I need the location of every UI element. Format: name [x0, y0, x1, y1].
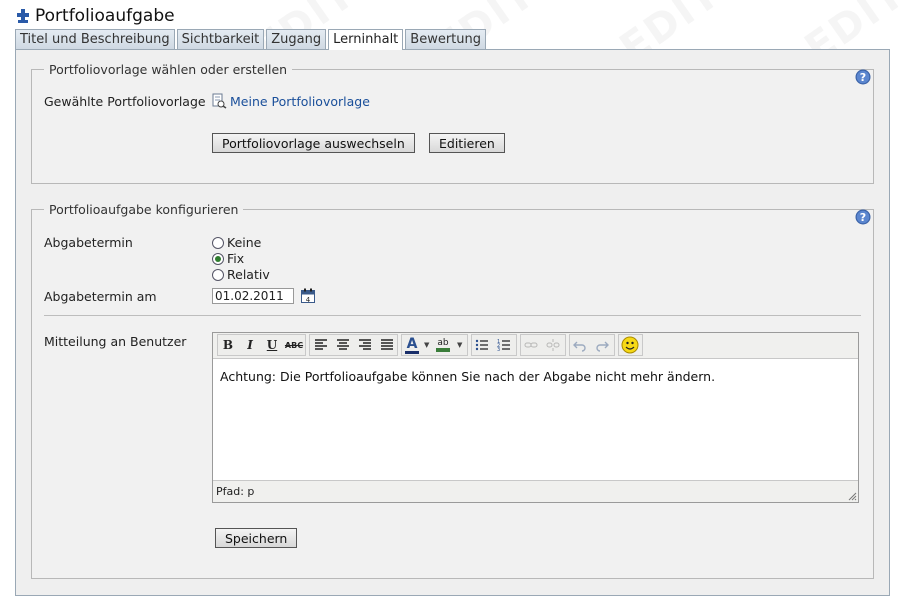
edit-template-button[interactable]: Editieren [429, 133, 505, 153]
deadline-option-relative[interactable]: Relativ [212, 267, 270, 282]
template-legend: Portfoliovorlage wählen oder erstellen [49, 62, 288, 77]
highlight-color-icon[interactable]: ab [433, 335, 453, 355]
save-button[interactable]: Speichern [215, 528, 298, 548]
align-justify-icon[interactable] [377, 335, 397, 355]
italic-button[interactable]: I [240, 335, 260, 355]
font-color-dropdown-icon[interactable]: ▼ [424, 341, 429, 349]
content-panel: Portfoliovorlage wählen oder erstellen ?… [15, 49, 890, 596]
portfolio-task-icon [17, 9, 29, 23]
align-left-icon[interactable] [311, 335, 331, 355]
help-icon[interactable]: ? [855, 69, 871, 85]
portfolio-template-icon [212, 93, 227, 109]
redo-icon[interactable] [592, 335, 612, 355]
deadline-date-label: Abgabetermin am [44, 289, 157, 304]
deadline-date-input[interactable]: 01.02.2011 [212, 288, 294, 304]
selected-template-label: Gewählte Portfoliovorlage [44, 94, 206, 109]
tab-title-description[interactable]: Titel und Beschreibung [15, 29, 175, 49]
bullet-list-icon[interactable] [472, 335, 492, 355]
deadline-option-none[interactable]: Keine [212, 235, 261, 250]
divider [44, 315, 861, 316]
svg-text:3: 3 [497, 347, 500, 352]
align-right-icon[interactable] [355, 335, 375, 355]
editor-path: Pfad: p [216, 485, 255, 498]
page-title: Portfolioaufgabe [35, 6, 175, 26]
editor-statusbar: Pfad: p [213, 480, 858, 502]
font-color-icon[interactable]: A [402, 335, 422, 355]
smiley-icon[interactable] [620, 335, 640, 355]
radio-label: Fix [227, 251, 245, 266]
help-icon[interactable]: ? [855, 209, 871, 225]
bold-button[interactable]: B [218, 335, 238, 355]
config-legend: Portfolioaufgabe konfigurieren [49, 202, 239, 217]
tab-visibility[interactable]: Sichtbarkeit [176, 29, 265, 49]
tab-bar: Titel und Beschreibung Sichtbarkeit Zuga… [15, 29, 488, 50]
message-label: Mitteilung an Benutzer [44, 334, 187, 349]
editor-toolbar: B I U ABC A ▼ ab ▼ 1 2 3 [213, 333, 858, 359]
swap-template-button[interactable]: Portfoliovorlage auswechseln [212, 133, 415, 153]
resize-grip-icon[interactable] [847, 491, 857, 501]
underline-button[interactable]: U [262, 335, 282, 355]
template-fieldset: Portfoliovorlage wählen oder erstellen [31, 62, 874, 184]
font-color-bar [405, 350, 419, 354]
radio-circle[interactable] [212, 252, 224, 265]
rich-text-editor: B I U ABC A ▼ ab ▼ 1 2 3 Achtung: Die Po… [212, 332, 859, 503]
svg-text:?: ? [860, 71, 866, 84]
highlight-bar [436, 348, 450, 352]
radio-label: Relativ [227, 267, 270, 282]
numbered-list-icon[interactable]: 123 [494, 335, 514, 355]
link-icon[interactable] [521, 335, 541, 355]
editor-content-area[interactable]: Achtung: Die Portfolioaufgabe können Sie… [213, 359, 858, 480]
align-center-icon[interactable] [333, 335, 353, 355]
highlight-letters: ab [437, 338, 449, 348]
tab-assessment[interactable]: Bewertung [405, 29, 487, 49]
svg-text:?: ? [860, 211, 866, 224]
unlink-icon[interactable] [543, 335, 563, 355]
svg-text:4: 4 [306, 296, 311, 304]
page-header: Portfolioaufgabe [15, 5, 175, 27]
highlight-dropdown-icon[interactable]: ▼ [457, 341, 462, 349]
undo-icon[interactable] [570, 335, 590, 355]
tab-learning-content[interactable]: Lerninhalt [328, 29, 404, 50]
strikethrough-button[interactable]: ABC [284, 335, 304, 355]
radio-label: Keine [227, 235, 262, 250]
tab-access[interactable]: Zugang [266, 29, 327, 49]
calendar-icon[interactable]: 4 [300, 288, 316, 304]
selected-template-link[interactable]: Meine Portfoliovorlage [230, 94, 370, 109]
deadline-option-fix[interactable]: Fix [212, 251, 244, 266]
deadline-label: Abgabetermin [44, 235, 133, 250]
font-color-letter: A [406, 335, 418, 352]
radio-circle[interactable] [212, 236, 224, 249]
radio-circle[interactable] [212, 268, 224, 281]
